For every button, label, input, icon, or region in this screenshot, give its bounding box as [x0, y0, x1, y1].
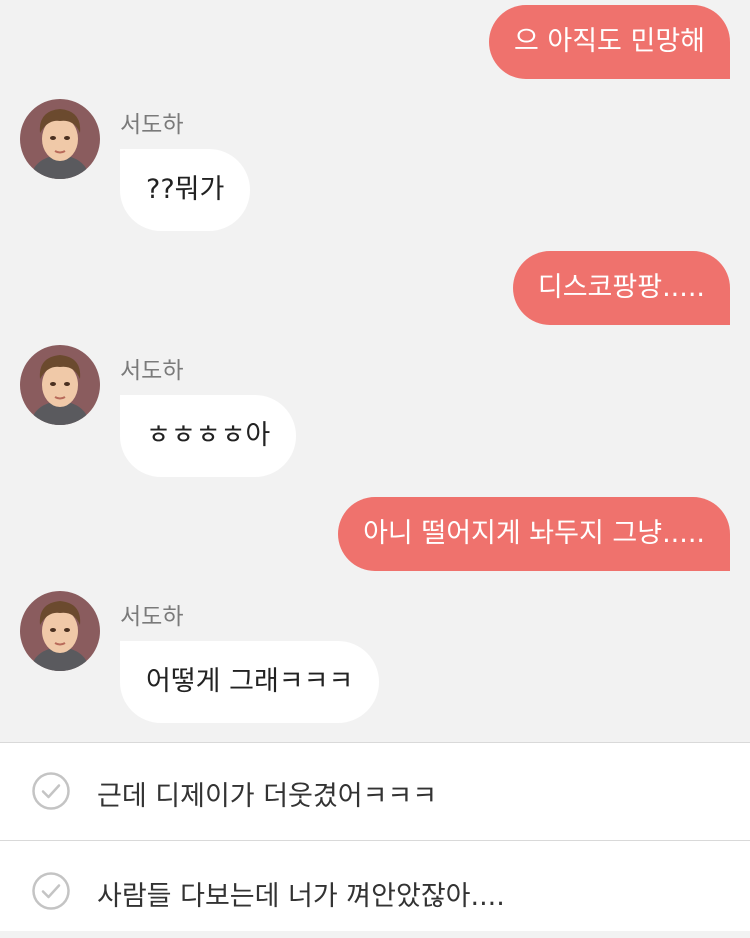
message-text: ㅎㅎㅎㅎ아 [146, 420, 271, 451]
incoming-message-row: 서도하 ㅎㅎㅎㅎ아 [20, 345, 720, 485]
incoming-message: 어떻게 그래ㅋㅋㅋ [120, 641, 380, 723]
check-circle-icon [32, 772, 70, 810]
message-text: ??뭐가 [146, 174, 225, 205]
sender-name: 서도하 [120, 604, 184, 630]
sender-name: 서도하 [120, 358, 184, 384]
reply-option-label: 사람들 다보는데 너가 껴안았잖아.... [97, 881, 505, 912]
avatar[interactable] [20, 99, 100, 179]
chat-area: 으 아직도 민망해 서도하 ??뭐가 디스코팡팡..... 서도하 ㅎㅎㅎㅎ아 … [0, 0, 750, 742]
sender-name: 서도하 [120, 112, 184, 138]
avatar[interactable] [20, 345, 100, 425]
avatar-image [20, 99, 100, 179]
reply-option[interactable]: 사람들 다보는데 너가 껴안았잖아.... [0, 840, 750, 938]
message-text: 으 아직도 민망해 [513, 26, 705, 57]
incoming-message: ??뭐가 [120, 149, 251, 231]
check-circle-icon [32, 872, 70, 910]
message-text: 디스코팡팡..... [537, 272, 705, 303]
outgoing-message: 으 아직도 민망해 [488, 5, 730, 79]
outgoing-message: 디스코팡팡..... [512, 251, 730, 325]
incoming-message-row: 서도하 어떻게 그래ㅋㅋㅋ [20, 591, 720, 731]
avatar-image [20, 345, 100, 425]
incoming-message-row: 서도하 ??뭐가 [20, 99, 720, 239]
message-text: 어떻게 그래ㅋㅋㅋ [146, 666, 354, 697]
message-text: 아니 떨어지게 놔두지 그냥..... [363, 518, 705, 549]
outgoing-message: 아니 떨어지게 놔두지 그냥..... [338, 497, 730, 571]
avatar-image [20, 591, 100, 671]
reply-option-label: 근데 디제이가 더웃겼어ㅋㅋㅋ [97, 781, 438, 812]
reply-option[interactable]: 근데 디제이가 더웃겼어ㅋㅋㅋ [0, 743, 750, 840]
incoming-message: ㅎㅎㅎㅎ아 [120, 395, 297, 477]
reply-options: 근데 디제이가 더웃겼어ㅋㅋㅋ 사람들 다보는데 너가 껴안았잖아.... [0, 742, 750, 931]
avatar[interactable] [20, 591, 100, 671]
